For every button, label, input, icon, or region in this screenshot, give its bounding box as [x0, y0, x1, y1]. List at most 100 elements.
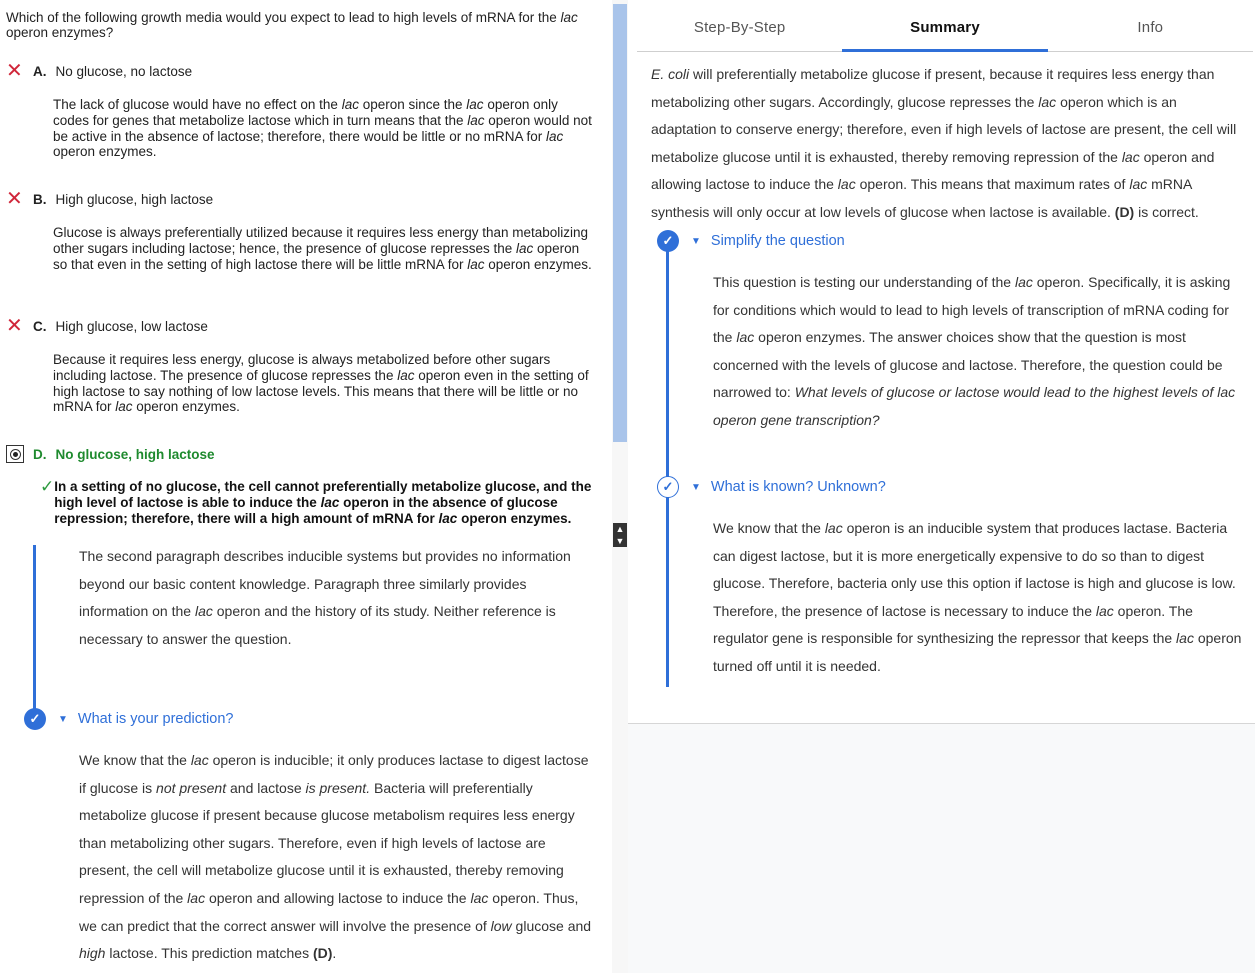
- emphasis-text: lac: [1038, 93, 1057, 110]
- emphasis-text: lac: [1014, 274, 1033, 290]
- choice-label: High glucose, high lactose: [55, 191, 214, 207]
- choice-a-explanation: The lack of glucose would have no effect…: [53, 97, 593, 160]
- known-paragraph: We know that the lac operon is an induci…: [713, 515, 1248, 681]
- caret-down-icon[interactable]: ▼: [691, 482, 701, 493]
- step-title[interactable]: What is known? Unknown?: [711, 479, 886, 495]
- text-run: This question is testing our understandi…: [713, 274, 1015, 290]
- text-run: is correct.: [1134, 203, 1199, 220]
- scroll-up-icon[interactable]: ▲: [616, 524, 625, 534]
- emphasis-text: lac: [824, 520, 843, 536]
- choice-b-explanation: Glucose is always preferentially utilize…: [53, 225, 593, 272]
- step-connector-line: [666, 250, 669, 687]
- emphasis-text: lac: [467, 112, 485, 128]
- choice-label: No glucose, high lactose: [55, 446, 215, 462]
- emphasis-text: E. coli: [651, 66, 690, 82]
- scroll-arrows[interactable]: ▲ ▼: [613, 523, 627, 547]
- selected-radio-icon[interactable]: [6, 445, 24, 463]
- text-run: operon enzymes.: [484, 256, 592, 272]
- question-pane: Which of the following growth media woul…: [0, 0, 612, 973]
- emphasis-text: lac: [467, 256, 485, 272]
- incorrect-icon: ✕: [6, 188, 23, 210]
- correct-check-icon: ✓: [40, 477, 55, 496]
- tab-info[interactable]: Info: [1048, 0, 1253, 51]
- emphasis-text: lac: [1121, 148, 1140, 165]
- text-run: Bacteria will preferentially metabolize …: [79, 779, 575, 906]
- step-paragraph: The second paragraph describes inducible…: [79, 543, 599, 653]
- text-run: We know that the: [713, 520, 825, 536]
- question-text: Which of the following growth media woul…: [6, 10, 578, 40]
- text-run: glucose and: [511, 917, 592, 934]
- text-run: Glucose is always preferentially utilize…: [53, 225, 589, 256]
- tab-bar: Step-By-Step Summary Info: [637, 0, 1253, 52]
- choice-d[interactable]: D. No glucose, high lactose: [6, 445, 215, 463]
- text-run: .: [332, 945, 337, 962]
- emphasis-text: not present: [156, 779, 227, 796]
- choice-c[interactable]: ✕ C. High glucose, low lactose: [6, 315, 208, 337]
- emphasis-text: lac: [187, 889, 206, 906]
- text-run: operon enzymes.: [53, 144, 157, 160]
- choice-label: High glucose, low lactose: [55, 318, 208, 334]
- tab-step-by-step[interactable]: Step-By-Step: [637, 0, 842, 51]
- choice-label: No glucose, no lactose: [55, 63, 193, 79]
- emphasis-text: is present.: [305, 779, 371, 796]
- emphasis-text: lac: [397, 367, 415, 383]
- emphasis-text: lac: [1095, 602, 1114, 619]
- emphasis-text: low: [490, 917, 512, 934]
- text-run: lactose. This prediction matches: [105, 945, 313, 962]
- emphasis-text: lac: [466, 97, 484, 112]
- scrollbar-thumb[interactable]: [613, 4, 627, 442]
- text-run: and lactose: [226, 779, 306, 796]
- explanation-pane: Step-By-Step Summary Info E. coli will p…: [628, 0, 1255, 973]
- choice-letter: A.: [33, 63, 47, 79]
- choice-b[interactable]: ✕ B. High glucose, high lactose: [6, 188, 214, 210]
- incorrect-icon: ✕: [6, 60, 23, 82]
- step-check-outline-icon: ✓: [657, 476, 679, 498]
- incorrect-icon: ✕: [6, 315, 23, 337]
- step-title[interactable]: What is your prediction?: [78, 711, 234, 727]
- emphasis-text: lac: [837, 176, 856, 193]
- explanation-card: Step-By-Step Summary Info E. coli will p…: [628, 0, 1255, 724]
- step-connector-line: [33, 545, 36, 718]
- emphasis-text: lac: [190, 752, 209, 768]
- step-complete-icon: ✓: [657, 230, 679, 252]
- scroll-down-icon[interactable]: ▼: [616, 536, 625, 546]
- scrollbar[interactable]: ▲ ▼: [612, 0, 628, 973]
- summary-paragraph: E. coli will preferentially metabolize g…: [651, 61, 1241, 227]
- prediction-paragraph: We know that the lac operon is inducible…: [79, 747, 599, 968]
- text-run: operon enzymes.: [132, 399, 240, 415]
- emphasis-text: lac: [736, 329, 755, 346]
- emphasis-text: lac: [470, 889, 489, 906]
- tab-summary[interactable]: Summary: [842, 0, 1048, 52]
- emphasis-text: lac: [194, 603, 213, 620]
- bold-text: (D): [312, 945, 333, 962]
- text-run: operon enzymes.: [457, 510, 572, 526]
- choice-a[interactable]: ✕ A. No glucose, no lactose: [6, 60, 193, 82]
- choice-c-explanation: Because it requires less energy, glucose…: [53, 352, 593, 415]
- emphasis-text: lac: [320, 494, 340, 510]
- step-simplify-header[interactable]: ✓ ▼ Simplify the question: [657, 230, 845, 252]
- emphasis-text: lac: [341, 97, 359, 112]
- text-run: The lack of glucose would have no effect…: [53, 97, 342, 112]
- step-title[interactable]: Simplify the question: [711, 233, 845, 249]
- choice-letter: B.: [33, 191, 47, 207]
- text-run: operon. This means that maximum rates of: [855, 176, 1130, 193]
- bold-text: (D): [1114, 203, 1135, 220]
- choice-letter: D.: [33, 446, 47, 462]
- emphasis-text: lac: [516, 240, 534, 256]
- step-known-header[interactable]: ✓ ▼ What is known? Unknown?: [657, 476, 886, 498]
- caret-down-icon[interactable]: ▼: [691, 236, 701, 247]
- text-run: operon since the: [358, 97, 467, 112]
- emphasis-text: high: [79, 945, 106, 962]
- emphasis-text: lac: [1129, 176, 1148, 193]
- caret-down-icon[interactable]: ▼: [58, 714, 68, 725]
- choice-letter: C.: [33, 318, 47, 334]
- choice-d-explanation: ✓ In a setting of no glucose, the cell c…: [40, 477, 600, 526]
- emphasis-text: lac: [438, 510, 458, 526]
- text-run: We know that the: [79, 752, 191, 768]
- emphasis-text: lac: [1176, 630, 1194, 647]
- simplify-paragraph: This question is testing our understandi…: [713, 269, 1248, 435]
- step-prediction-header[interactable]: ✓ ▼ What is your prediction?: [24, 708, 233, 730]
- emphasis-text: lac: [115, 399, 133, 415]
- step-complete-icon: ✓: [24, 708, 46, 730]
- text-run: operon and allowing lactose to induce th…: [205, 889, 471, 906]
